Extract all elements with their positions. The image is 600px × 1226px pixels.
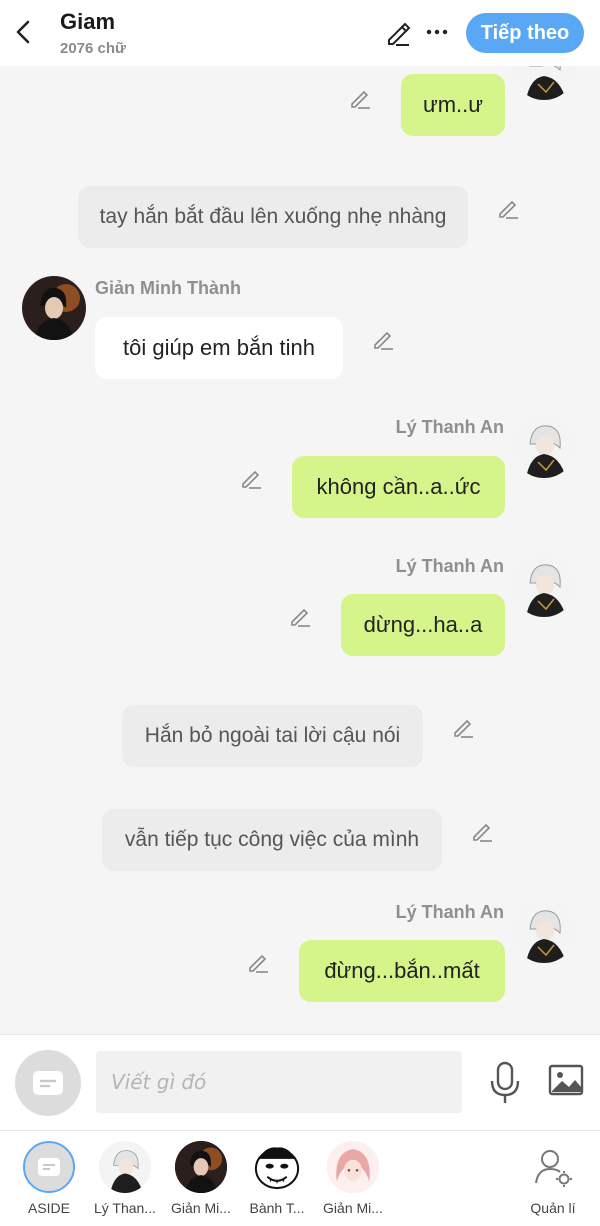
word-count: 2076 chữ (60, 40, 126, 57)
header: Giam 2076 chữ Tiếp theo (0, 0, 600, 66)
avatar-ly-thanh-an[interactable] (512, 899, 576, 963)
edit-message-icon[interactable] (451, 714, 477, 740)
character-name: ASIDE (27, 1200, 70, 1216)
character-ly-thanh-an[interactable]: Lý Than... (88, 1141, 162, 1216)
sender-name: Lý Thanh An (395, 556, 504, 576)
character-aside[interactable]: ASIDE (12, 1141, 86, 1216)
story-title: Giam (60, 9, 116, 34)
chat-area[interactable]: ưm..ư tay hắn bắt đầu lên xuống nhẹ nhàn… (0, 66, 600, 1034)
character-name: Giản Mi... (323, 1200, 383, 1216)
manage-icon (527, 1141, 579, 1193)
image-icon[interactable] (548, 1063, 584, 1097)
avatar (99, 1141, 151, 1193)
avatar-ly-thanh-an[interactable] (512, 553, 576, 617)
narration-bubble[interactable]: vẫn tiếp tục công việc của mình (102, 809, 442, 871)
microphone-icon[interactable] (488, 1061, 522, 1105)
edit-message-icon[interactable] (288, 603, 314, 629)
character-name: Lý Than... (93, 1200, 156, 1216)
character-gian-minh-thanh[interactable]: Giản Mi... (164, 1141, 238, 1216)
narration-bubble[interactable]: tay hắn bắt đầu lên xuống nhẹ nhàng (78, 186, 468, 248)
avatar-gian-minh-thanh[interactable] (22, 276, 86, 340)
edit-message-icon[interactable] (239, 465, 265, 491)
input-bar (0, 1034, 600, 1130)
manage-label: Quản lí (530, 1200, 576, 1216)
edit-message-icon[interactable] (496, 195, 522, 221)
avatar-ly-thanh-an[interactable] (512, 66, 576, 100)
narration-bubble[interactable]: Hắn bỏ ngoài tai lời cậu nói (122, 705, 423, 767)
aside-avatar (23, 1141, 75, 1193)
character-bar: ASIDE Lý Than... Giản Mi... Bành T... Gi… (0, 1130, 600, 1226)
avatar (327, 1141, 379, 1193)
avatar-ly-thanh-an[interactable] (512, 414, 576, 478)
edit-pen-icon[interactable] (384, 19, 412, 47)
avatar (251, 1141, 303, 1193)
edit-message-icon[interactable] (371, 326, 397, 352)
sender-name: Giản Minh Thành (95, 278, 241, 298)
message-bubble[interactable]: tôi giúp em bắn tinh (95, 317, 343, 379)
more-options-icon[interactable] (425, 18, 449, 46)
sender-name: Lý Thanh An (395, 417, 504, 437)
character-name: Giản Mi... (171, 1200, 231, 1216)
character-name: Bành T... (249, 1200, 305, 1216)
aside-toggle-button[interactable] (15, 1050, 81, 1116)
edit-message-icon[interactable] (348, 85, 374, 111)
message-bubble[interactable]: dừng...ha..a (341, 594, 505, 656)
avatar (175, 1141, 227, 1193)
edit-message-icon[interactable] (470, 818, 496, 844)
sender-name: Lý Thanh An (395, 902, 504, 922)
aside-icon (38, 1158, 60, 1176)
message-bubble[interactable]: đừng...bắn..mất (299, 940, 505, 1002)
message-bubble[interactable]: không cần..a..ức (292, 456, 505, 518)
aside-icon (33, 1071, 63, 1095)
character-gian-mi-pink[interactable]: Giản Mi... (316, 1141, 390, 1216)
edit-message-icon[interactable] (246, 949, 272, 975)
back-arrow-icon[interactable] (10, 14, 38, 50)
next-button[interactable]: Tiếp theo (466, 13, 584, 53)
manage-button[interactable]: Quản lí (516, 1141, 590, 1216)
character-banh-t[interactable]: Bành T... (240, 1141, 314, 1216)
message-input[interactable] (96, 1051, 462, 1113)
message-bubble[interactable]: ưm..ư (401, 74, 505, 136)
